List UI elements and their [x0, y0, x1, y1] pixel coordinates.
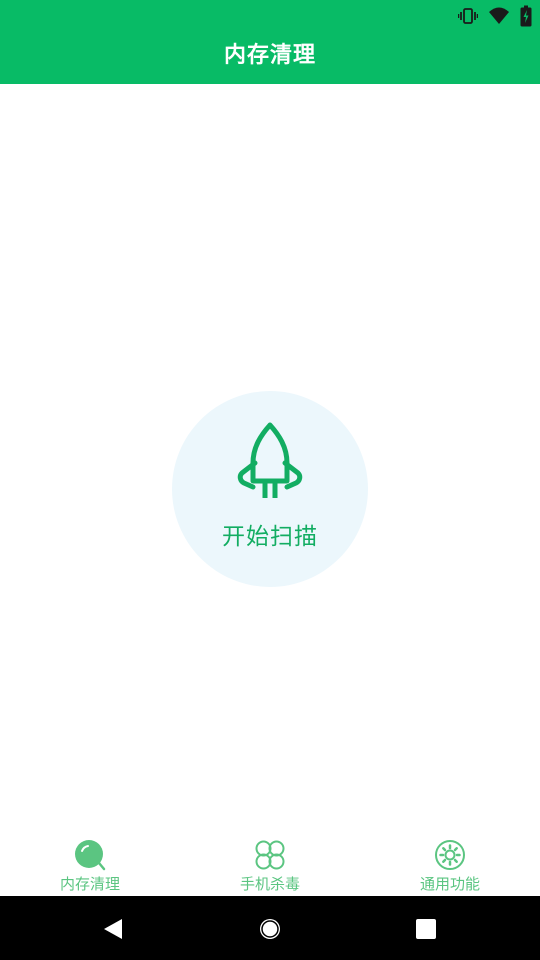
- status-icons: [458, 5, 532, 27]
- bottom-nav: 内存清理 手机杀毒 通用功能: [0, 829, 540, 896]
- start-scan-button[interactable]: 开始扫描: [172, 391, 368, 587]
- status-bar: [0, 0, 540, 32]
- screen: 内存清理 开始扫描 内存清理 手机杀毒 通用功能: [0, 0, 540, 960]
- nav-item-antivirus[interactable]: 手机杀毒: [180, 829, 360, 896]
- system-nav-bar: [0, 896, 540, 960]
- memory-clean-icon: [75, 840, 106, 871]
- settings-gear-icon: [435, 840, 465, 870]
- start-scan-label: 开始扫描: [222, 524, 318, 550]
- nav-label-memory-clean: 内存清理: [59, 875, 120, 893]
- nav-item-memory-clean[interactable]: 内存清理: [0, 829, 180, 896]
- nav-label-general: 通用功能: [419, 875, 480, 893]
- antivirus-icon: [255, 840, 285, 870]
- wifi-icon: [488, 6, 510, 26]
- page-title: 内存清理: [223, 43, 316, 68]
- vibrate-icon: [458, 6, 478, 26]
- home-icon[interactable]: [257, 916, 283, 942]
- main-content: 开始扫描: [0, 84, 540, 829]
- back-icon[interactable]: [100, 916, 126, 942]
- app-bar: 内存清理: [0, 32, 540, 84]
- recents-icon[interactable]: [413, 916, 439, 942]
- rocket-icon: [237, 422, 303, 498]
- nav-item-general[interactable]: 通用功能: [360, 829, 540, 896]
- nav-label-antivirus: 手机杀毒: [239, 875, 300, 893]
- battery-charging-icon: [520, 5, 532, 27]
